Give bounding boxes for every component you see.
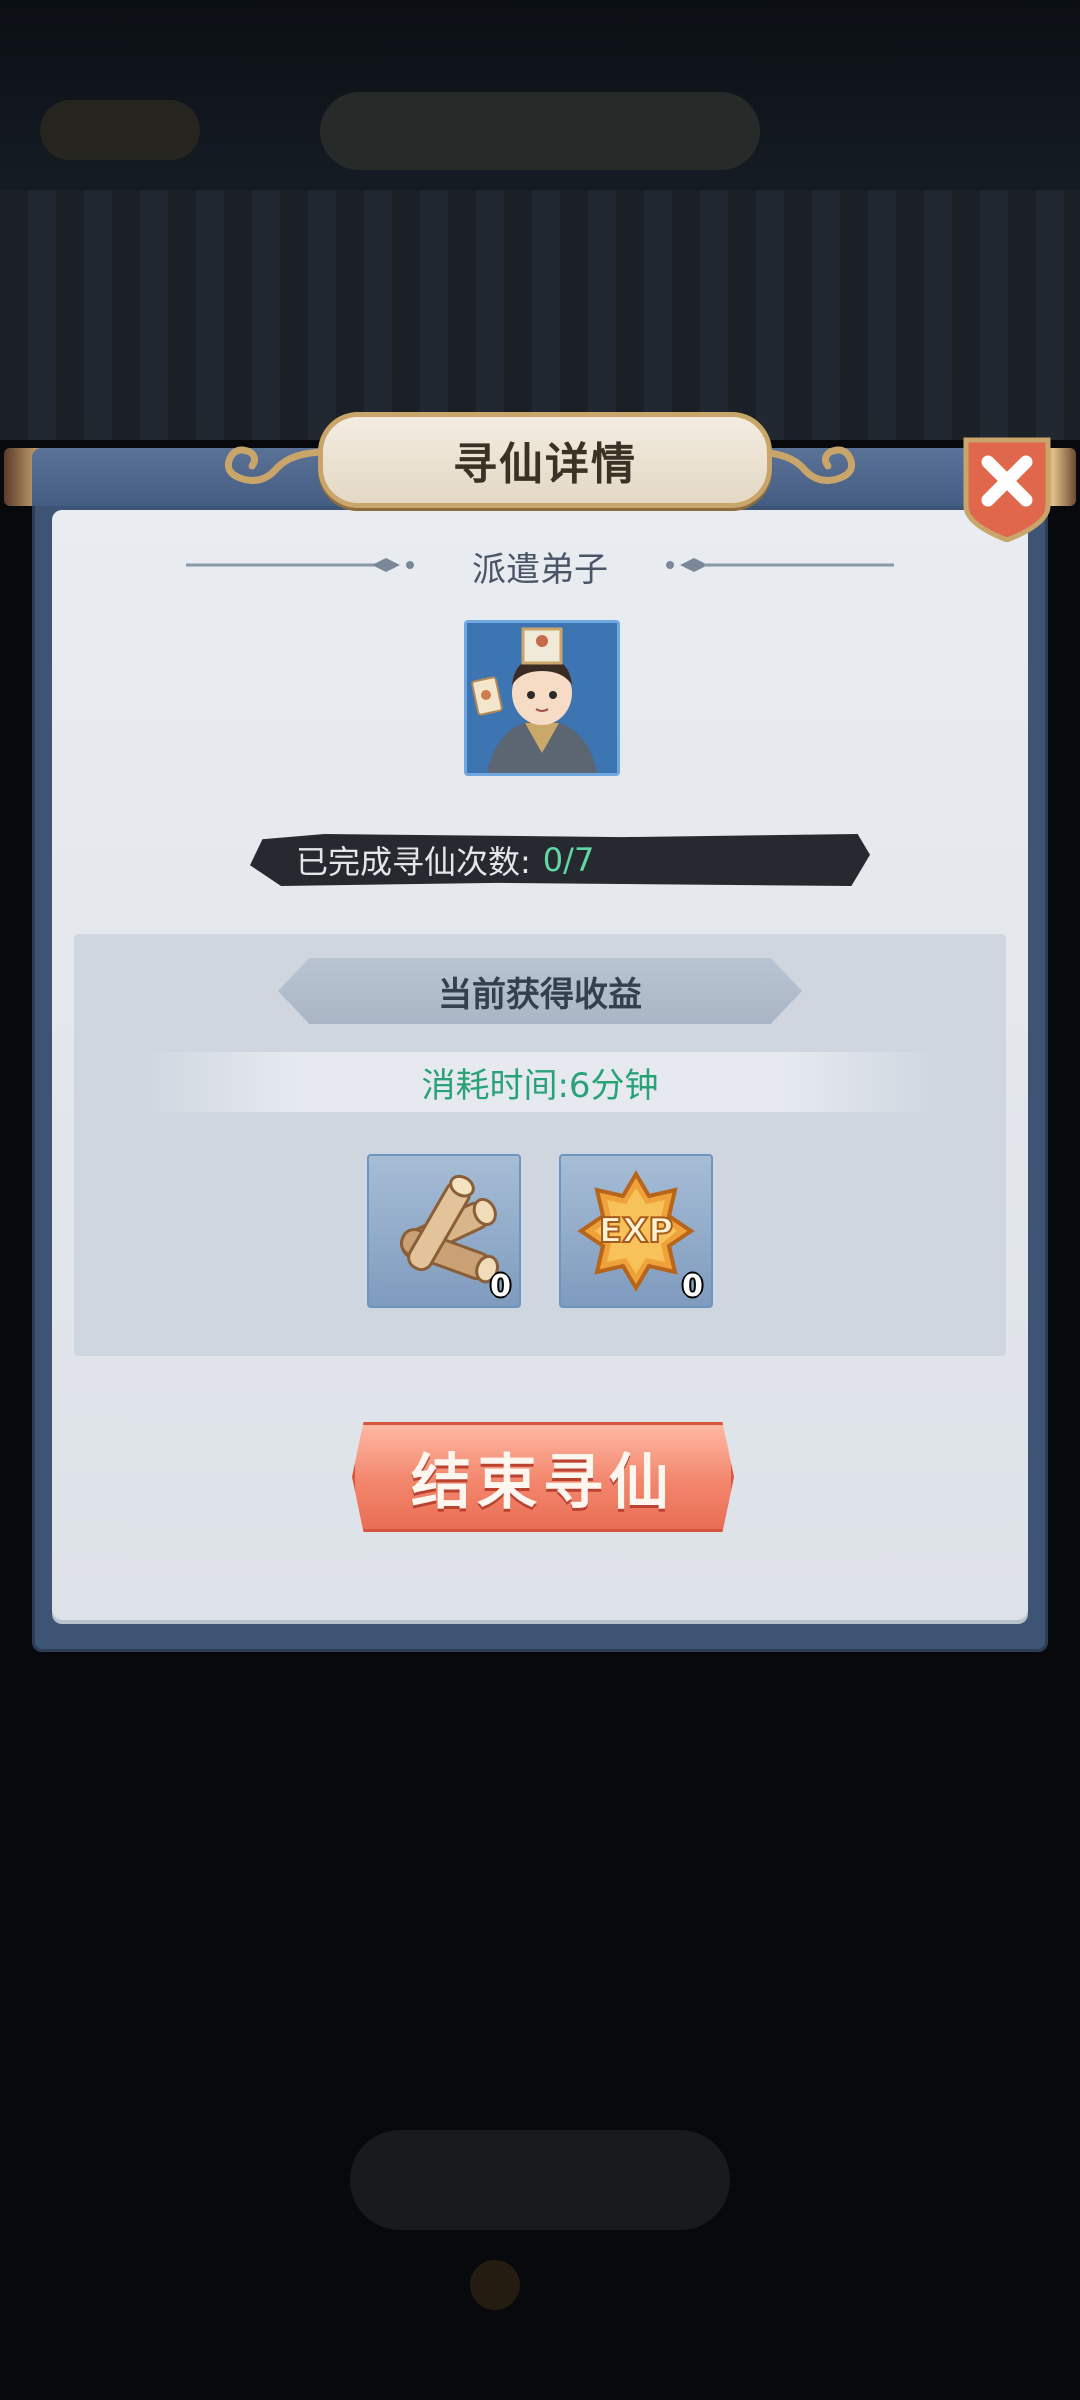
close-icon [963, 437, 1051, 543]
rewards-header: 当前获得收益 [278, 958, 802, 1024]
reward-item-exp[interactable]: EXP 0 [559, 1154, 713, 1308]
completed-count-label: 已完成寻仙次数: [296, 843, 531, 881]
cloud-ornament-left-icon [224, 446, 331, 484]
background-icon [470, 2260, 520, 2310]
completed-count-value: 0/7 [542, 841, 595, 879]
background-title-bar [320, 92, 760, 170]
background-board [0, 190, 1080, 440]
reward-quantity: 0 [490, 1269, 511, 1304]
svg-text:EXP: EXP [599, 1211, 673, 1251]
background-scene-top [0, 0, 1080, 440]
background-ornament [40, 100, 200, 160]
end-search-button[interactable]: 结束寻仙 [352, 1422, 734, 1532]
reward-quantity: 0 [682, 1269, 703, 1304]
dialog-title-plaque: 寻仙详情 [318, 412, 772, 508]
rewards-header-label: 当前获得收益 [438, 974, 642, 1015]
dispatch-disciple-label: 派遣弟子 [472, 550, 608, 590]
dialog-title: 寻仙详情 [453, 439, 637, 490]
time-cost-row: 消耗时间:6分钟 [140, 1052, 940, 1112]
background-button [350, 2130, 730, 2230]
completed-count-banner: 已完成寻仙次数: 0/7 [250, 834, 870, 886]
disciple-portrait-icon [467, 623, 617, 773]
close-button[interactable] [960, 436, 1054, 543]
reward-item-wood[interactable]: 0 [367, 1154, 521, 1308]
time-cost-text: 消耗时间:6分钟 [421, 1065, 659, 1106]
end-search-label: 结束寻仙 [411, 1447, 675, 1518]
disciple-avatar[interactable] [464, 620, 620, 776]
